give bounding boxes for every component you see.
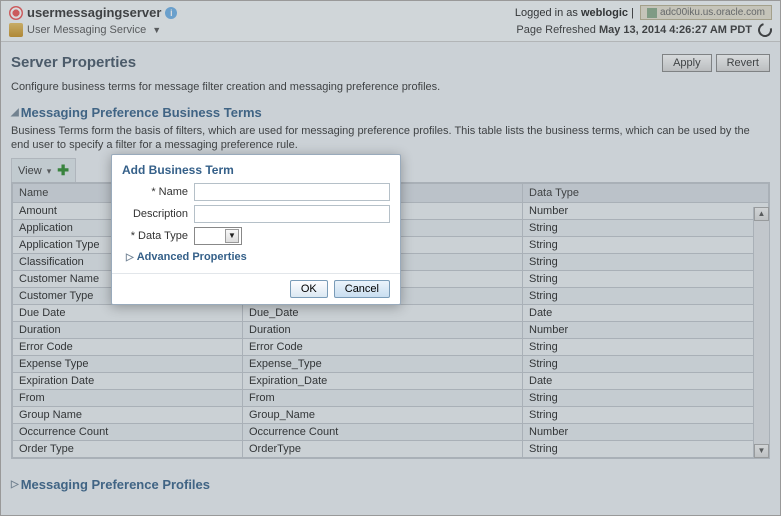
advanced-label: Advanced Properties bbox=[137, 251, 247, 263]
advanced-properties-toggle[interactable]: Advanced Properties bbox=[126, 251, 390, 263]
add-business-term-dialog: Add Business Term Name Description Data … bbox=[111, 154, 401, 305]
name-input[interactable] bbox=[194, 183, 390, 201]
data-type-label: Data Type bbox=[122, 230, 194, 242]
dialog-title: Add Business Term bbox=[112, 155, 400, 183]
cancel-button[interactable]: Cancel bbox=[334, 280, 390, 298]
expand-icon bbox=[126, 252, 134, 263]
description-label: Description bbox=[122, 208, 194, 220]
description-input[interactable] bbox=[194, 205, 390, 223]
chevron-down-icon: ▼ bbox=[225, 229, 239, 243]
name-label: Name bbox=[122, 186, 194, 198]
data-type-select[interactable]: ▼ bbox=[194, 227, 242, 245]
ok-button[interactable]: OK bbox=[290, 280, 328, 298]
